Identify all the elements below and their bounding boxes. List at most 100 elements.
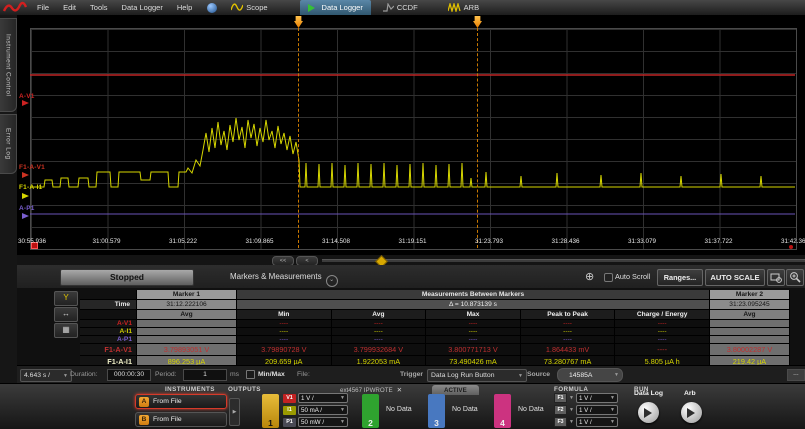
i1-scale-dropdown[interactable]: 50 mA /▼ — [298, 405, 348, 415]
settings-bar: 4.643 s /▼ Duration: 000:00:30 Period: 1… — [17, 365, 805, 384]
zoom-in-icon[interactable] — [786, 269, 804, 286]
minmax-label: Min/Max — [258, 371, 285, 378]
channel1-bar[interactable]: 1 — [262, 394, 279, 428]
outputs-header: OUTPUTS — [228, 386, 261, 393]
p1-scale-dropdown[interactable]: 50 mW /▼ — [298, 417, 348, 427]
tab-ccdf[interactable]: CCDF — [375, 0, 426, 15]
chevron-down-icon: ▼ — [614, 372, 619, 378]
instrument-b-button[interactable]: B From File — [135, 412, 227, 427]
markers-pair-icon[interactable]: ↔ — [54, 307, 78, 322]
f2-scale-dropdown[interactable]: 1 V /▼ — [576, 405, 618, 415]
channel4-bar[interactable]: 4 — [494, 394, 511, 428]
collapse-panel-icon[interactable]: ⌄ — [326, 275, 338, 287]
plot-grid[interactable] — [30, 28, 797, 250]
play-icon — [644, 408, 657, 418]
time-scrollbar[interactable] — [322, 259, 805, 262]
channel3-status: No Data — [452, 406, 478, 413]
source-dropdown[interactable]: 14585A▼ — [557, 368, 623, 382]
chevron-down-icon: ▼ — [340, 407, 345, 413]
crosshair-tracking-icon[interactable]: ⊕ — [585, 270, 594, 285]
info-sphere-icon[interactable] — [207, 3, 217, 13]
sidebar-tab-instrument-control[interactable]: Instrument Control — [0, 18, 17, 112]
row-label: A-P1 — [80, 336, 137, 344]
chevron-down-icon: ▼ — [340, 395, 345, 401]
channel2-status: No Data — [386, 406, 412, 413]
waveform-chart[interactable] — [17, 15, 805, 255]
period-input[interactable]: 1 — [183, 369, 227, 381]
instrument-a-button[interactable]: A From File — [135, 394, 227, 409]
chevron-down-icon: ▼ — [610, 407, 615, 413]
chevron-down-icon[interactable]: ▼ — [569, 395, 574, 401]
menu-file[interactable]: File — [30, 3, 56, 12]
chevron-down-icon[interactable]: ▼ — [569, 407, 574, 413]
p1-badge: P1 — [283, 418, 296, 427]
minmax-checkbox[interactable] — [246, 370, 255, 379]
chevron-down-icon: ▼ — [63, 373, 68, 379]
instruments-header: INSTRUMENTS — [165, 386, 215, 393]
col-charge-energy: Charge / Energy — [615, 310, 710, 320]
channel3-bar[interactable]: 3 — [428, 394, 445, 428]
v1-scale-dropdown[interactable]: 1 V /▼ — [298, 393, 348, 403]
play-small-icon — [308, 4, 319, 12]
between-markers-header: Measurements Between Markers — [237, 290, 710, 300]
duration-value[interactable]: 000:00:30 — [107, 369, 151, 381]
time-scroll-row: << < — [17, 255, 805, 265]
f1-scale-dropdown[interactable]: 1 V /▼ — [576, 393, 618, 403]
marker2-avg-header: Avg — [710, 310, 790, 320]
data-log-play-button[interactable] — [638, 402, 659, 423]
file-label: File: — [297, 371, 310, 378]
arb-play-button[interactable] — [681, 402, 702, 423]
chevron-down-icon[interactable]: ▼ — [569, 419, 574, 425]
tab-arb[interactable]: ARB — [440, 0, 487, 15]
marker2-time: 31:23.095245 — [710, 300, 790, 310]
f3-scale-dropdown[interactable]: 1 V /▼ — [576, 417, 618, 427]
timebase-dropdown[interactable]: 4.643 s /▼ — [20, 369, 72, 382]
menu-edit[interactable]: Edit — [56, 3, 83, 12]
row-label: F1-A-V1 — [80, 344, 137, 356]
stopped-status-button[interactable]: Stopped — [60, 269, 194, 286]
measurements-table: Marker 1 Measurements Between Markers Ma… — [80, 290, 790, 368]
trace-ref-arrow-icon[interactable] — [22, 100, 29, 106]
zoom-region-icon[interactable] — [767, 269, 785, 286]
i1-badge: I1 — [283, 406, 296, 415]
expand-instruments-icon[interactable]: ▶ — [229, 398, 240, 426]
trace-ref-arrow-icon[interactable] — [22, 213, 29, 219]
sidebar-tab-error-log[interactable]: Error Log — [0, 114, 17, 174]
formula-header: FORMULA — [554, 386, 588, 393]
table-view-icon[interactable]: ▦ — [54, 323, 78, 338]
instrument-b-badge: B — [139, 415, 149, 425]
ranges-button[interactable]: Ranges... — [657, 269, 703, 286]
auto-scroll-checkbox[interactable] — [604, 273, 613, 282]
left-sidebar: Instrument Control Error Log — [0, 15, 17, 428]
marker1-header[interactable]: Marker 1 — [137, 290, 237, 300]
auto-scale-button[interactable]: AUTO SCALE — [705, 269, 765, 286]
marker2-header[interactable]: Marker 2 — [710, 290, 790, 300]
row-label: A-I1 — [80, 328, 137, 336]
trace-ref-arrow-icon[interactable] — [22, 172, 29, 178]
v1-badge: V1 — [283, 394, 296, 403]
duration-label: Duration: — [70, 371, 98, 378]
channel2-bar[interactable]: 2 — [362, 394, 379, 428]
measurements-table-zone: Y ↔ ▦ Marker 1 Measurements Between Mark… — [17, 288, 805, 365]
close-icon[interactable]: ✕ — [397, 386, 402, 394]
source-label: Source — [527, 371, 550, 378]
f2-badge: F2 — [554, 405, 567, 415]
trace-ref-arrow-icon[interactable] — [22, 193, 29, 199]
period-label: Period: — [155, 371, 177, 378]
marker1-avg-header: Avg — [137, 310, 237, 320]
menu-tools[interactable]: Tools — [83, 3, 115, 12]
channel1-p1-row: P1 50 mW /▼ — [283, 417, 348, 427]
menu-help[interactable]: Help — [170, 3, 199, 12]
time-column-header: Time — [80, 300, 137, 310]
menu-data-logger[interactable]: Data Logger — [115, 3, 170, 12]
col-peak-to-peak: Peak to Peak — [521, 310, 616, 320]
tab-data-logger[interactable]: Data Logger — [300, 0, 371, 15]
trigger-dropdown[interactable]: Data Log Run Button▼ — [427, 369, 527, 382]
data-log-run-label: Data Log — [634, 390, 663, 397]
chevron-down-icon: ▼ — [518, 373, 523, 379]
file-browse-button[interactable]: ... — [787, 369, 805, 381]
tab-scope[interactable]: Scope — [223, 0, 275, 15]
instrument-a-badge: A — [139, 397, 149, 407]
control-bar: Stopped Markers & Measurements⌄ ⊕ Auto S… — [17, 265, 805, 289]
marker-tool-icon[interactable]: Y — [54, 291, 78, 306]
